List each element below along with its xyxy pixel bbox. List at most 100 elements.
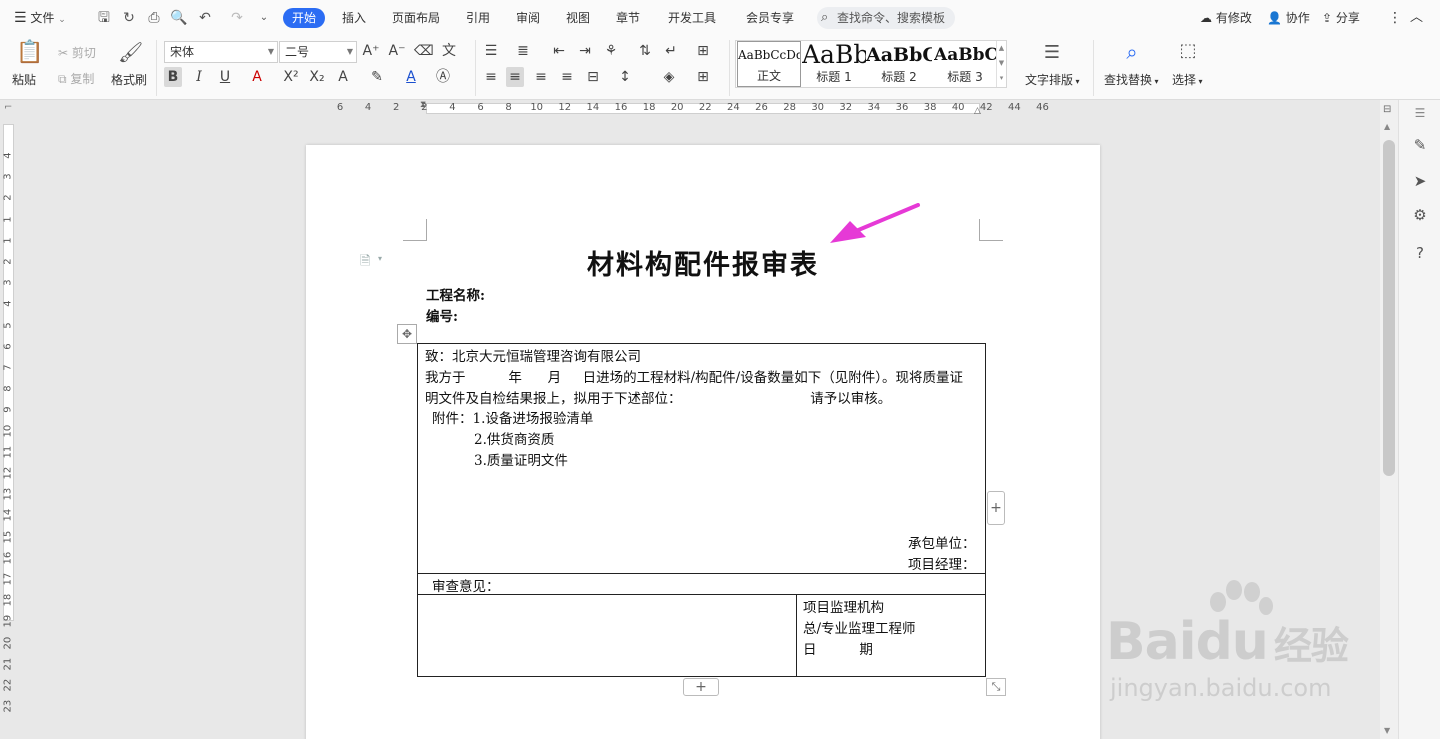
pen-icon[interactable]: ✎ <box>1410 136 1430 156</box>
table-move-handle-icon[interactable]: ✥ <box>397 324 417 344</box>
print-icon[interactable]: ⎙ <box>145 9 163 27</box>
italic-icon[interactable]: I <box>190 67 208 87</box>
collaborate-button[interactable]: 👤 协作 <box>1267 8 1310 28</box>
tab-stop-icon[interactable]: ⌐ <box>4 102 12 113</box>
contractor-label[interactable]: 承包单位： <box>908 532 976 552</box>
find-replace-button[interactable]: 查找替换 ▾ <box>1104 71 1159 88</box>
char-border-icon[interactable]: Ⓐ <box>434 67 452 87</box>
review-table[interactable]: 致：北京大元恒瑞管理咨询有限公司 我方于 年 月 日进场的工程材料/构配件/设备… <box>417 343 986 677</box>
scroll-down-icon[interactable]: ▼ <box>1384 726 1390 735</box>
cursor-icon[interactable]: ➤ <box>1410 172 1430 192</box>
copy-button[interactable]: ⧉ 复制 <box>58 70 94 87</box>
attachment-1[interactable]: 附件：1.设备进场报验清单 <box>432 407 593 427</box>
align-center-icon[interactable]: ≡ <box>506 67 524 87</box>
underline-icon[interactable]: U <box>216 67 234 87</box>
phonetic-icon[interactable]: 文 <box>440 41 458 61</box>
cut-button[interactable]: ✂ 剪切 <box>58 44 96 61</box>
increase-font-icon[interactable]: A⁺ <box>362 41 380 61</box>
project-manager-label[interactable]: 项目经理： <box>908 553 976 573</box>
add-row-button[interactable]: + <box>683 678 719 696</box>
tab-view[interactable]: 视图 <box>566 8 590 28</box>
font-size-select[interactable]: 二号 ▼ <box>279 41 357 63</box>
style-normal[interactable]: AaBbCcDd 正文 <box>737 41 801 87</box>
modified-button[interactable]: ☁ 有修改 <box>1200 8 1252 28</box>
tab-review[interactable]: 审阅 <box>516 8 540 28</box>
increase-indent-icon[interactable]: ⇥ <box>576 41 594 61</box>
tab-page-layout[interactable]: 页面布局 <box>392 8 440 28</box>
bullet-list-icon[interactable]: ☰ <box>482 41 500 61</box>
body-line-2[interactable]: 明文件及自检结果报上，拟用于下述部位： 请予以审核。 <box>425 387 891 407</box>
numbered-list-icon[interactable]: ≣ <box>514 41 532 61</box>
styles-scroll[interactable]: ▲ ▼ ▾ <box>996 41 1006 87</box>
decrease-font-icon[interactable]: A⁻ <box>388 41 406 61</box>
bold-icon[interactable]: B <box>164 67 182 87</box>
scroll-up-icon[interactable]: ▲ <box>1384 122 1390 131</box>
decrease-indent-icon[interactable]: ⇤ <box>550 41 568 61</box>
save-icon[interactable]: 🖫 <box>95 9 113 27</box>
clear-format-icon[interactable]: ⌫ <box>414 41 434 61</box>
settings-sliders-icon[interactable]: ⚙ <box>1410 206 1430 226</box>
align-left-icon[interactable]: ≡ <box>482 67 500 87</box>
collapse-ribbon-icon[interactable]: ︿ <box>1410 8 1423 28</box>
more-icon[interactable]: ⋮ <box>1388 8 1402 28</box>
supervision-engineer-label[interactable]: 总/专业监理工程师 <box>803 617 916 637</box>
command-search-input[interactable]: ⌕ 查找命令、搜索模板 <box>817 7 955 29</box>
paste-button[interactable]: 粘贴 <box>12 71 36 88</box>
document-title[interactable]: 材料构配件报审表 <box>306 243 1100 282</box>
font-color-icon[interactable]: A <box>402 67 420 87</box>
text-effect-icon[interactable]: A <box>334 67 352 87</box>
body-line-1[interactable]: 我方于 年 月 日进场的工程材料/构配件/设备数量如下（见附件）。现将质量证 <box>425 366 963 386</box>
number-label[interactable]: 编号: <box>426 305 458 325</box>
borders-icon[interactable]: ⊞ <box>694 67 712 87</box>
distribute-icon[interactable]: ⊟ <box>584 67 602 87</box>
file-menu[interactable]: ☰ 文件 ⌄ <box>14 8 66 28</box>
resize-table-icon[interactable]: ⤡ <box>986 678 1006 696</box>
text-layout-icon[interactable]: ☰ <box>1040 42 1064 66</box>
tab-references[interactable]: 引用 <box>466 8 490 28</box>
format-painter-button[interactable]: 格式刷 <box>111 71 147 88</box>
attachment-2[interactable]: 2.供货商资质 <box>474 428 554 448</box>
sort-icon[interactable]: ⇅ <box>636 41 654 61</box>
add-column-button[interactable]: + <box>987 491 1005 525</box>
supervision-org-label[interactable]: 项目监理机构 <box>803 596 884 616</box>
font-name-select[interactable]: 宋体 ▼ <box>164 41 278 63</box>
highlight-icon[interactable]: ✎ <box>368 67 386 87</box>
paste-icon[interactable]: 📋 <box>16 40 43 70</box>
line-spacing-icon[interactable]: ↕ <box>616 67 634 87</box>
project-name-label[interactable]: 工程名称: <box>426 284 485 304</box>
tab-member[interactable]: 会员专享 <box>746 8 794 28</box>
text-layout-button[interactable]: 文字排版 ▾ <box>1025 71 1080 88</box>
style-heading-1[interactable]: AaBb 标题 1 <box>802 41 866 87</box>
tab-developer[interactable]: 开发工具 <box>668 8 716 28</box>
align-right-icon[interactable]: ≡ <box>532 67 550 87</box>
find-replace-icon[interactable]: ⌕ <box>1120 40 1144 68</box>
strikethrough-icon[interactable]: A <box>248 67 266 87</box>
format-painter-icon[interactable]: 🖌 <box>118 40 143 68</box>
undo-icon[interactable]: ↶ <box>196 9 214 27</box>
select-icon[interactable]: ⬚ <box>1176 40 1200 68</box>
sidebar-menu-icon[interactable]: ☰ <box>1410 106 1430 126</box>
redo-icon[interactable]: ↷ <box>228 9 246 27</box>
share-button[interactable]: ⇪ 分享 <box>1322 8 1360 28</box>
justify-icon[interactable]: ≡ <box>558 67 576 87</box>
scrollbar-thumb[interactable] <box>1383 140 1395 476</box>
table-tools-icon[interactable]: ⊞ <box>694 41 712 61</box>
select-button[interactable]: 选择 ▾ <box>1172 71 1203 88</box>
scroll-top-icon[interactable]: ⊟ <box>1383 104 1391 115</box>
export-icon[interactable]: ↻ <box>120 9 138 27</box>
attachment-3[interactable]: 3.质量证明文件 <box>474 449 568 469</box>
style-heading-2[interactable]: AaBbC 标题 2 <box>866 41 932 87</box>
chinese-layout-icon[interactable]: ⚘ <box>602 41 620 61</box>
review-opinion-label[interactable]: 审查意见： <box>432 575 500 595</box>
tab-chapter[interactable]: 章节 <box>616 8 640 28</box>
show-marks-icon[interactable]: ↵ <box>662 41 680 61</box>
to-line[interactable]: 致：北京大元恒瑞管理咨询有限公司 <box>425 345 641 365</box>
quick-access-dropdown-icon[interactable]: ⌄ <box>255 9 273 27</box>
tab-insert[interactable]: 插入 <box>342 8 366 28</box>
tab-home[interactable]: 开始 <box>283 8 326 28</box>
superscript-icon[interactable]: X² <box>282 67 300 87</box>
subscript-icon[interactable]: X₂ <box>308 67 326 87</box>
help-icon[interactable]: ? <box>1410 244 1430 264</box>
date-label[interactable]: 日 期 <box>803 638 873 658</box>
right-indent-marker[interactable]: △ <box>974 106 981 116</box>
